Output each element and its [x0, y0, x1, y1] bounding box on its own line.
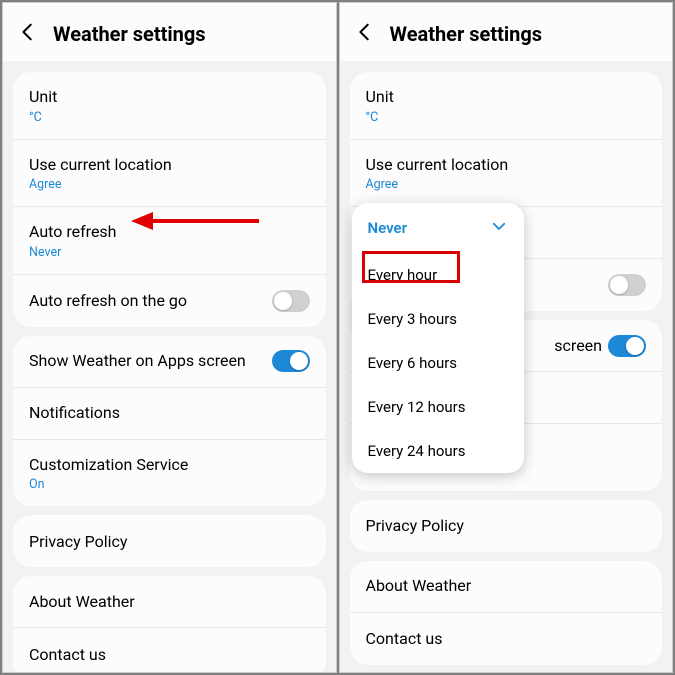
row-unit[interactable]: Unit °C — [13, 72, 326, 140]
value-location: Agree — [29, 177, 310, 192]
dropdown-item-3[interactable]: Every 12 hours — [352, 385, 524, 429]
dropdown-item-2[interactable]: Every 6 hours — [352, 341, 524, 385]
value-autorefresh: Never — [29, 245, 310, 260]
settings-group-1: Unit °C Use current location Agree Auto … — [13, 72, 326, 327]
row-location[interactable]: Use current location Agree — [350, 140, 663, 208]
label-onthego: Auto refresh on the go — [29, 290, 272, 312]
row-notifications[interactable]: Notifications — [13, 388, 326, 440]
page-title: Weather settings — [390, 22, 543, 46]
label-about: About Weather — [29, 591, 310, 613]
label-unit: Unit — [29, 86, 310, 108]
toggle-onthego[interactable] — [272, 290, 310, 312]
label-privacy: Privacy Policy — [366, 515, 647, 537]
page-title: Weather settings — [53, 22, 206, 46]
row-unit[interactable]: Unit °C — [350, 72, 663, 140]
row-contact[interactable]: Contact us — [350, 613, 663, 665]
value-unit: °C — [29, 110, 310, 125]
row-about[interactable]: About Weather — [13, 576, 326, 628]
toggle-onthego[interactable] — [608, 274, 646, 296]
back-icon[interactable] — [17, 21, 39, 47]
label-unit: Unit — [366, 86, 647, 108]
row-autorefresh[interactable]: Auto refresh Never — [13, 207, 326, 275]
settings-group-4: About Weather Contact us — [350, 561, 663, 665]
screen-right: Weather settings Unit °C Use current loc… — [339, 2, 674, 673]
chevron-down-icon — [490, 217, 508, 239]
settings-group-4: About Weather Contact us — [13, 576, 326, 673]
value-location: Agree — [366, 177, 647, 192]
row-onthego[interactable]: Auto refresh on the go — [13, 275, 326, 327]
header: Weather settings — [340, 3, 673, 61]
label-contact: Contact us — [29, 644, 310, 666]
value-customization: On — [29, 477, 310, 492]
label-autorefresh: Auto refresh — [29, 221, 310, 243]
settings-group-2: Show Weather on Apps screen Notification… — [13, 336, 326, 507]
settings-group-3: Privacy Policy — [350, 500, 663, 552]
row-customization[interactable]: Customization Service On — [13, 440, 326, 507]
dropdown-selected[interactable]: Never — [352, 203, 524, 253]
dropdown-selected-label: Never — [368, 219, 407, 237]
back-icon[interactable] — [354, 21, 376, 47]
screen-left: Weather settings Unit °C Use current loc… — [2, 2, 337, 673]
label-location: Use current location — [29, 154, 310, 176]
label-notifications: Notifications — [29, 402, 310, 424]
row-contact[interactable]: Contact us — [13, 628, 326, 673]
dropdown-item-4[interactable]: Every 24 hours — [352, 429, 524, 473]
header: Weather settings — [3, 3, 336, 61]
dropdown-item-1[interactable]: Every 3 hours — [352, 297, 524, 341]
toggle-appscreen[interactable] — [272, 350, 310, 372]
row-privacy[interactable]: Privacy Policy — [350, 500, 663, 552]
toggle-appscreen[interactable] — [608, 335, 646, 357]
settings-group-3: Privacy Policy — [13, 515, 326, 567]
row-about[interactable]: About Weather — [350, 561, 663, 613]
label-appscreen: Show Weather on Apps screen — [29, 350, 272, 372]
label-privacy: Privacy Policy — [29, 531, 310, 553]
row-appscreen[interactable]: Show Weather on Apps screen — [13, 336, 326, 388]
autorefresh-dropdown: Never Every hour Every 3 hours Every 6 h… — [352, 203, 524, 473]
label-location: Use current location — [366, 154, 647, 176]
label-about: About Weather — [366, 575, 647, 597]
row-privacy[interactable]: Privacy Policy — [13, 515, 326, 567]
row-location[interactable]: Use current location Agree — [13, 140, 326, 208]
value-unit: °C — [366, 110, 647, 125]
label-contact: Contact us — [366, 628, 647, 650]
label-customization: Customization Service — [29, 454, 310, 476]
dropdown-item-0[interactable]: Every hour — [352, 253, 524, 297]
